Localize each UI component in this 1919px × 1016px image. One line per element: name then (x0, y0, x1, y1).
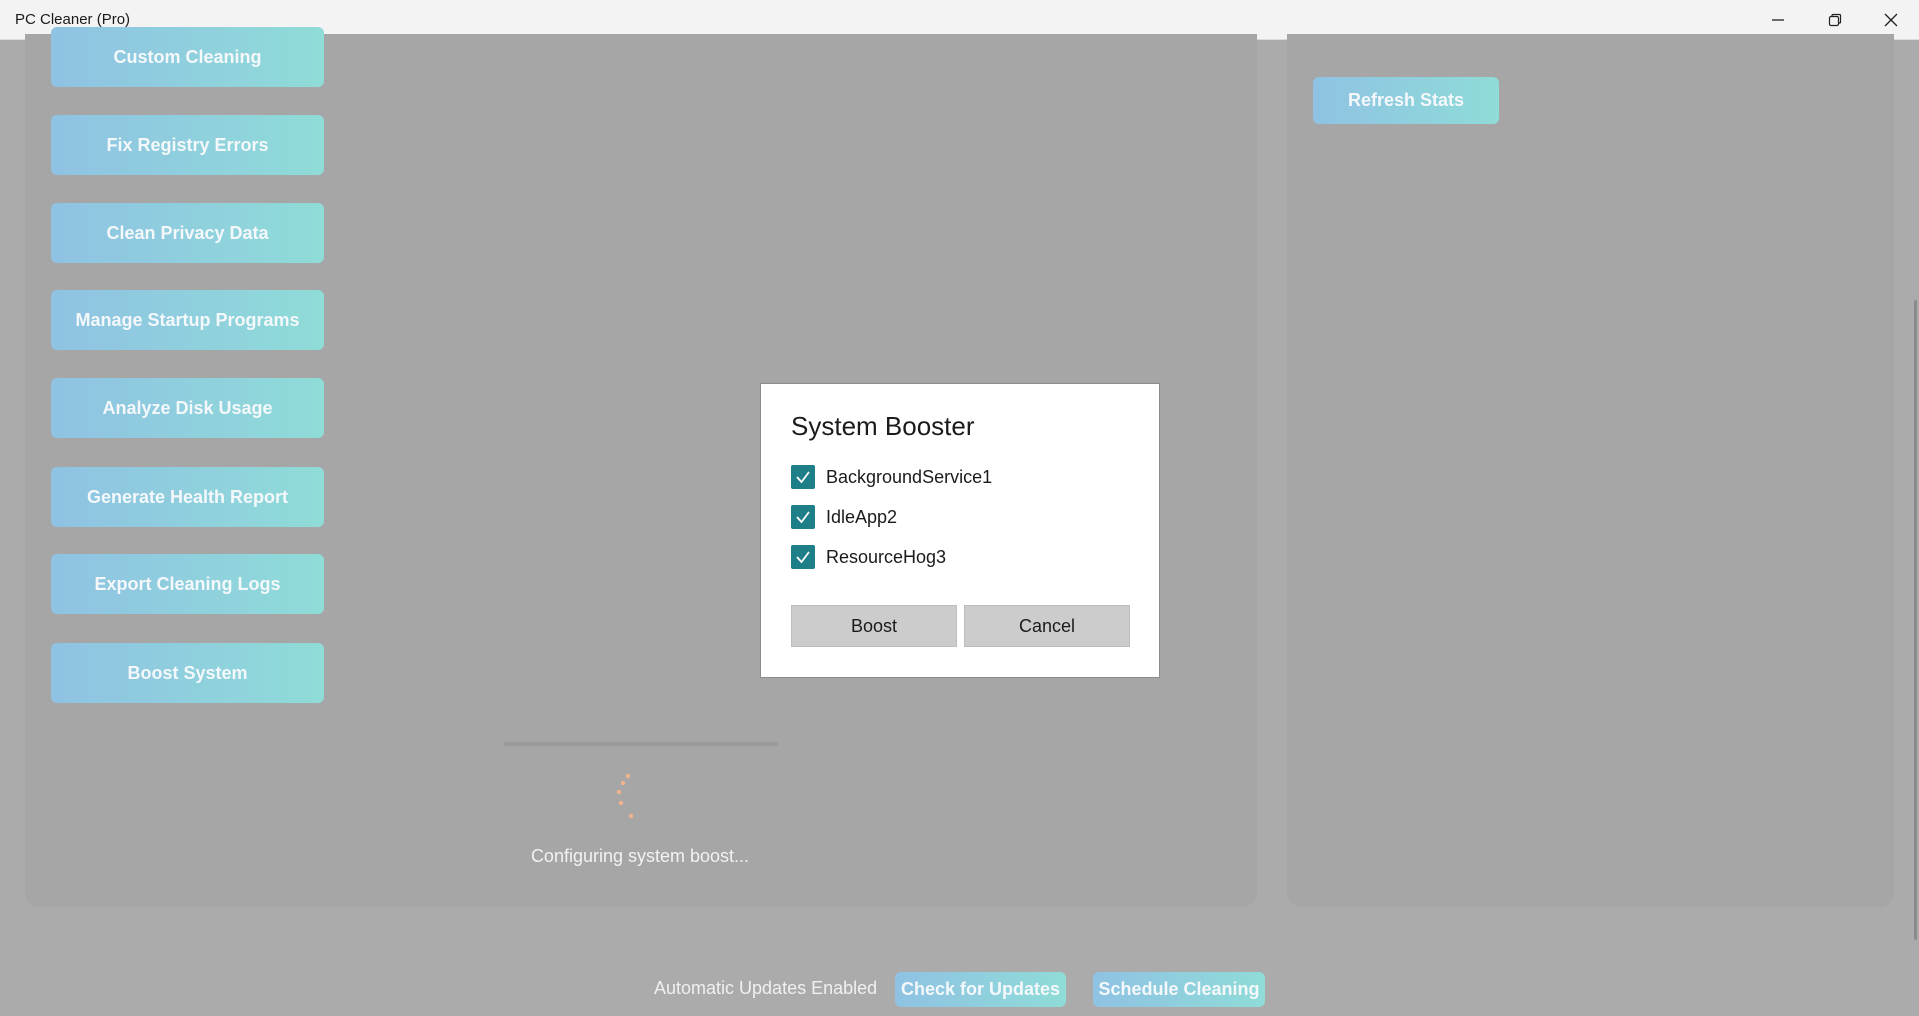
progress-bar (503, 742, 779, 746)
checkbox-row-idleapp2[interactable]: IdleApp2 (791, 504, 897, 530)
schedule-cleaning-button[interactable]: Schedule Cleaning (1093, 972, 1265, 1007)
clean-privacy-data-button[interactable]: Clean Privacy Data (51, 203, 324, 263)
fix-registry-errors-button[interactable]: Fix Registry Errors (51, 115, 324, 175)
restore-icon (1828, 13, 1841, 27)
analyze-disk-usage-button[interactable]: Analyze Disk Usage (51, 378, 324, 438)
loading-spinner-icon (616, 773, 634, 819)
manage-startup-programs-button[interactable]: Manage Startup Programs (51, 290, 324, 350)
auto-updates-status: Automatic Updates Enabled (654, 978, 878, 998)
checkbox-row-backgroundservice1[interactable]: BackgroundService1 (791, 464, 992, 490)
progress-status-text: Configuring system boost... (530, 846, 750, 866)
checkmark-icon (796, 471, 810, 484)
dialog-title: System Booster (791, 411, 975, 441)
checkmark-icon (796, 551, 810, 564)
checkbox-label: BackgroundService1 (826, 466, 993, 487)
boost-system-button[interactable]: Boost System (51, 643, 324, 703)
checkbox[interactable] (791, 545, 815, 569)
boost-button[interactable]: Boost (791, 605, 957, 647)
checkmark-icon (796, 511, 810, 524)
export-cleaning-logs-button[interactable]: Export Cleaning Logs (51, 554, 324, 614)
system-booster-dialog: System Booster BackgroundService1 IdleAp… (760, 383, 1160, 678)
close-icon (1884, 13, 1897, 27)
custom-cleaning-button[interactable]: Custom Cleaning (51, 27, 324, 87)
window-title: PC Cleaner (Pro) (15, 11, 131, 28)
checkbox-label: IdleApp2 (826, 506, 898, 527)
checkbox-label: ResourceHog3 (826, 546, 947, 567)
checkbox[interactable] (791, 505, 815, 529)
checkbox-row-resourcehog3[interactable]: ResourceHog3 (791, 544, 946, 570)
stats-panel (1287, 34, 1894, 907)
scrollbar[interactable] (1914, 300, 1917, 940)
minimize-icon (1771, 19, 1784, 21)
cancel-button[interactable]: Cancel (964, 605, 1130, 647)
generate-health-report-button[interactable]: Generate Health Report (51, 467, 324, 527)
check-for-updates-button[interactable]: Check for Updates (895, 972, 1066, 1007)
checkbox[interactable] (791, 465, 815, 489)
refresh-stats-button[interactable]: Refresh Stats (1313, 77, 1499, 124)
